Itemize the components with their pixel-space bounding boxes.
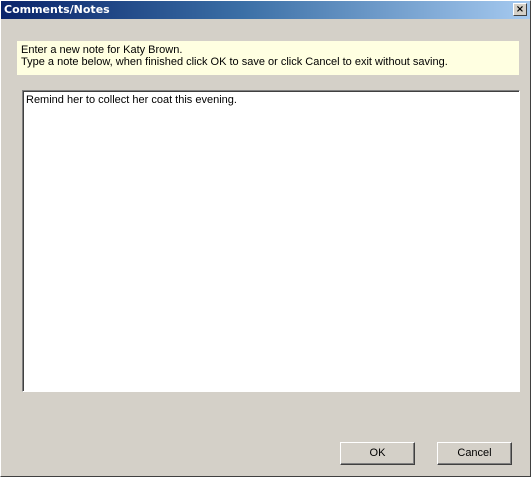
note-textarea[interactable]: [22, 90, 520, 392]
cancel-button[interactable]: Cancel: [437, 442, 512, 465]
instruction-panel: Enter a new note for Katy Brown. Type a …: [17, 41, 519, 75]
close-button[interactable]: ×: [513, 3, 527, 16]
close-icon: ×: [515, 4, 525, 15]
window-title: Comments/Notes: [4, 3, 110, 16]
ok-button[interactable]: OK: [340, 442, 415, 465]
instruction-line-1: Enter a new note for Katy Brown.: [21, 44, 183, 56]
comments-notes-dialog: Comments/Notes × Enter a new note for Ka…: [0, 0, 531, 477]
title-bar[interactable]: Comments/Notes ×: [1, 1, 530, 19]
instruction-line-2: Type a note below, when finished click O…: [21, 56, 448, 68]
